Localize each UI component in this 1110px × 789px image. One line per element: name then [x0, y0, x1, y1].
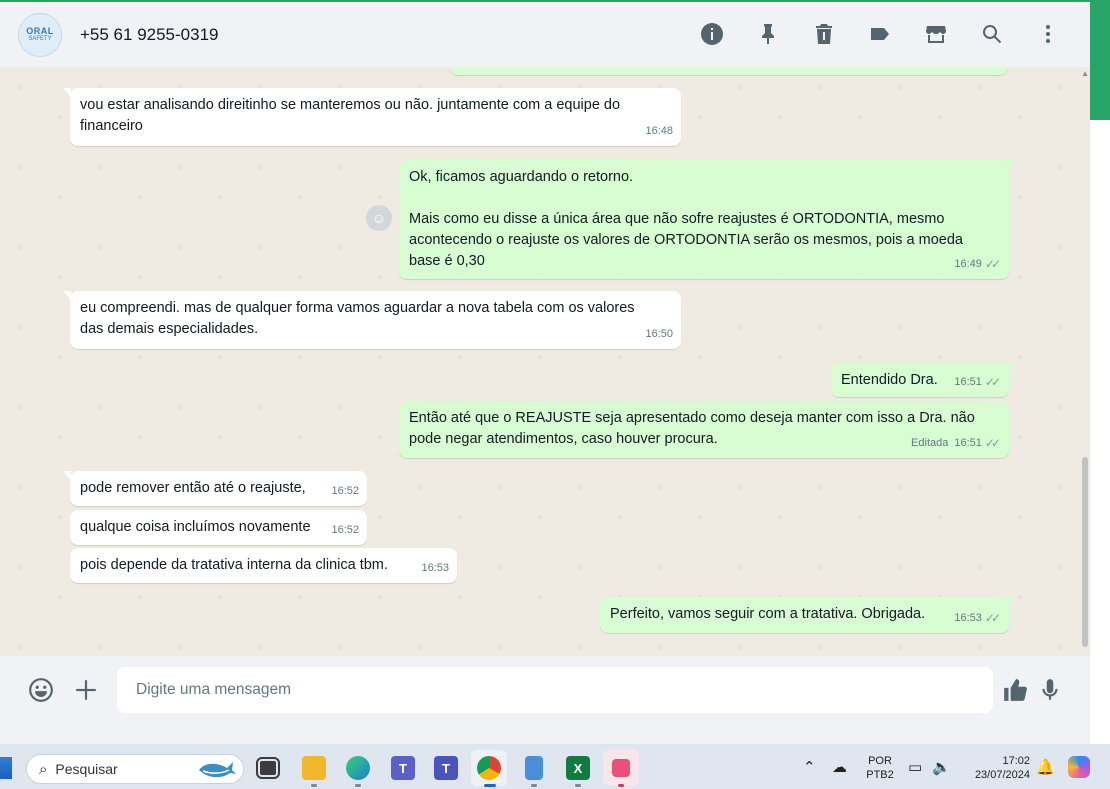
label-icon[interactable]: [862, 16, 898, 52]
store-icon[interactable]: [918, 16, 954, 52]
taskbar-indicator: [311, 784, 317, 787]
message-text: eu compreendi. mas de qualquer forma vam…: [80, 300, 635, 337]
header-actions: [694, 16, 1066, 52]
task-view-icon[interactable]: [250, 750, 286, 786]
taskbar-search-icon: ⌕: [39, 760, 48, 778]
message-text: qualque coisa incluímos novamente: [80, 519, 311, 535]
message-text: pode remover então até o reajuste,: [80, 480, 306, 496]
read-ticks-icon: ✓✓: [984, 436, 1001, 450]
message-meta: 16:53: [421, 558, 449, 579]
network-icon[interactable]: ▭: [908, 758, 922, 776]
message-incoming[interactable]: vou estar analisando direitinho se mante…: [63, 88, 681, 146]
read-ticks-icon: ✓✓: [984, 375, 1001, 389]
reaction-emoji-icon[interactable]: ☺: [366, 205, 392, 231]
message-meta: 16:51 ✓✓: [954, 372, 1001, 393]
file-explorer-icon[interactable]: [296, 750, 332, 786]
taskbar-indicator: [575, 784, 581, 787]
message-meta: 16:48: [645, 121, 673, 142]
contact-avatar[interactable]: ORAL SAFETY: [18, 12, 62, 57]
message-time: 16:51: [954, 376, 982, 388]
taskbar-indicator: [531, 784, 537, 787]
clock-time: 17:02: [1002, 755, 1030, 767]
message-time: 16:52: [331, 524, 359, 536]
message-text: Perfeito, vamos seguir com a tratativa. …: [610, 606, 926, 622]
taskbar-search-label: Pesquisar: [55, 761, 118, 777]
read-ticks-icon: ✓✓: [984, 257, 1001, 271]
taskbar-indicator-active: [484, 784, 496, 787]
window-edge: [1090, 0, 1110, 744]
chrome-icon[interactable]: [471, 750, 507, 786]
clock-date: 23/07/2024: [974, 769, 1030, 781]
snipping-tool-icon[interactable]: [603, 750, 639, 786]
window-edge-accent: [1090, 0, 1110, 120]
message-outgoing[interactable]: Perfeito, vamos seguir com a tratativa. …: [600, 597, 1016, 633]
emoji-icon[interactable]: [25, 674, 57, 706]
message-time: 16:50: [645, 328, 673, 340]
message-meta: 16:49 ✓✓: [954, 254, 1001, 275]
chat-header: ORAL SAFETY +55 61 9255-0319: [0, 0, 1090, 67]
teams-new-icon[interactable]: T: [428, 750, 464, 786]
message-partial: [450, 67, 1008, 75]
teams-icon[interactable]: T: [385, 750, 421, 786]
message-meta: Editada 16:51 ✓✓: [911, 433, 1001, 454]
keyboard-layout: PTB2: [866, 769, 894, 781]
system-clock[interactable]: 17:02 23/07/2024: [962, 754, 1030, 782]
message-incoming[interactable]: qualque coisa incluímos novamente 16:52: [70, 510, 367, 545]
message-time: 16:48: [645, 125, 673, 137]
message-outgoing[interactable]: Ok, ficamos aguardando o retorno. Mais c…: [399, 160, 1016, 279]
notepad-icon[interactable]: [516, 750, 552, 786]
tray-expand-icon[interactable]: ⌃: [803, 758, 816, 776]
edited-label: Editada: [911, 437, 949, 449]
message-incoming[interactable]: pois depende da tratativa interna da cli…: [70, 548, 457, 583]
chat-scrollbar[interactable]: [1082, 457, 1088, 647]
thumbs-up-icon[interactable]: [999, 674, 1031, 706]
onedrive-offline-icon[interactable]: ☁: [832, 758, 847, 776]
attach-plus-icon[interactable]: [70, 674, 102, 706]
delete-icon[interactable]: [806, 16, 842, 52]
message-composer: [0, 656, 1090, 724]
language-code: POR: [868, 755, 892, 767]
chat-area[interactable]: vou estar analisando direitinho se mante…: [0, 67, 1090, 656]
avatar-logo-top: ORAL: [26, 26, 54, 36]
message-incoming[interactable]: eu compreendi. mas de qualquer forma vam…: [63, 291, 681, 349]
message-text: Ok, ficamos aguardando o retorno. Mais c…: [409, 169, 963, 269]
message-text: pois depende da tratativa interna da cli…: [80, 557, 388, 573]
message-outgoing[interactable]: Então até que o REAJUSTE seja apresentad…: [399, 401, 1009, 458]
message-meta: 16:52: [331, 520, 359, 541]
copilot-icon[interactable]: [1068, 756, 1090, 778]
taskbar-indicator: [618, 784, 624, 787]
message-meta: 16:53 ✓✓: [954, 608, 1001, 629]
taskbar-indicator: [355, 784, 361, 787]
avatar-logo-bottom: SAFETY: [28, 36, 52, 42]
windows-start-icon[interactable]: [0, 757, 12, 779]
message-time: 16:51: [954, 437, 982, 449]
message-meta: 16:52: [331, 481, 359, 502]
input-language[interactable]: POR PTB2: [864, 754, 896, 782]
message-text: vou estar analisando direitinho se mante…: [80, 97, 621, 134]
message-outgoing[interactable]: Entendido Dra. 16:51 ✓✓: [831, 363, 1016, 397]
message-meta: 16:50: [645, 324, 673, 345]
message-time: 16:53: [954, 612, 982, 624]
pin-icon[interactable]: [750, 16, 786, 52]
contact-name[interactable]: +55 61 9255-0319: [80, 25, 219, 45]
volume-icon[interactable]: 🔈: [932, 758, 951, 776]
edge-browser-icon[interactable]: [340, 750, 376, 786]
message-time: 16:49: [954, 258, 982, 270]
microphone-icon[interactable]: [1034, 674, 1066, 706]
more-options-icon[interactable]: [1030, 16, 1066, 52]
message-time: 16:52: [331, 485, 359, 497]
message-input[interactable]: [117, 667, 993, 713]
info-icon[interactable]: [694, 16, 730, 52]
search-icon[interactable]: [974, 16, 1010, 52]
search-highlight-whale-icon: [199, 762, 236, 778]
message-time: 16:53: [421, 562, 449, 574]
taskbar-search[interactable]: ⌕ Pesquisar: [26, 754, 244, 784]
notifications-bell-icon[interactable]: 🔔: [1036, 758, 1055, 776]
excel-icon[interactable]: X: [560, 750, 596, 786]
scroll-up-arrow-icon[interactable]: ▲: [1081, 69, 1089, 78]
message-incoming[interactable]: pode remover então até o reajuste, 16:52: [63, 471, 367, 506]
read-ticks-icon: ✓✓: [984, 611, 1001, 625]
